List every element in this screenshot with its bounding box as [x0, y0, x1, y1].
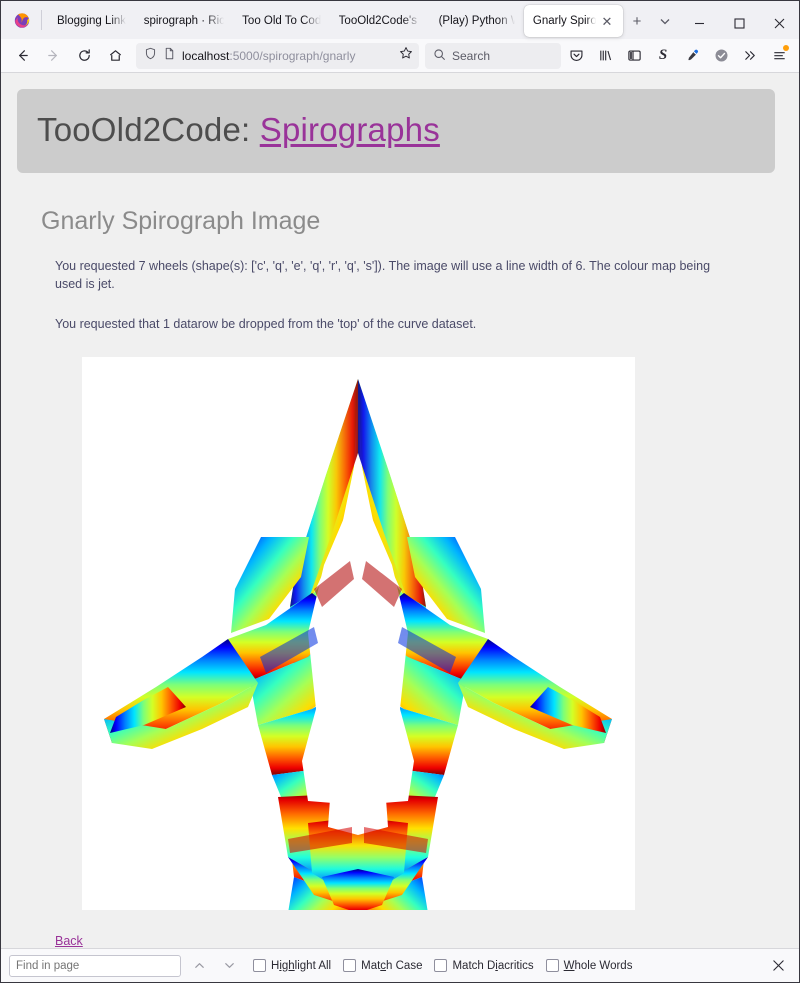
- check-badge-icon[interactable]: [707, 42, 735, 70]
- search-icon: [433, 48, 446, 64]
- window-controls: [679, 7, 799, 39]
- tab-label: Blogging Links: [57, 15, 126, 27]
- find-next-button[interactable]: [217, 954, 241, 978]
- find-close-button[interactable]: [765, 953, 791, 979]
- tab-label: Gnarly Spirog: [532, 15, 596, 27]
- find-previous-button[interactable]: [187, 954, 211, 978]
- find-bar: Highlight All Match Case Match Diacritic…: [1, 948, 799, 982]
- section-heading: Gnarly Spirograph Image: [41, 207, 321, 235]
- forward-button[interactable]: [38, 42, 68, 70]
- home-button[interactable]: [100, 42, 130, 70]
- search-bar[interactable]: Search: [425, 42, 561, 69]
- checkbox-icon[interactable]: [545, 959, 559, 972]
- sidebar-icon[interactable]: [620, 42, 648, 70]
- tab-list: Blogging Links spirograph · Rich Too Old…: [48, 1, 679, 39]
- library-icon[interactable]: [591, 42, 619, 70]
- page-body: Gnarly Spirograph Image You requested 7 …: [1, 207, 799, 948]
- back-button[interactable]: [7, 42, 37, 70]
- search-placeholder: Search: [452, 48, 491, 63]
- minimize-button[interactable]: [679, 7, 719, 39]
- gnarly-spirograph-image: [82, 357, 635, 911]
- site-name: TooOld2Code:: [37, 111, 260, 148]
- url-text: localhost:5000/spirograph/gnarly: [182, 49, 393, 63]
- page-title: TooOld2Code: Spirographs: [37, 111, 755, 149]
- tab-too-old-to-code[interactable]: Too Old To Code: [233, 5, 330, 37]
- back-link[interactable]: Back: [55, 934, 83, 948]
- eyedropper-icon[interactable]: [678, 42, 706, 70]
- checkbox-icon[interactable]: [434, 959, 448, 972]
- app-menu-icon[interactable]: [765, 42, 793, 70]
- firefox-logo-icon: [5, 1, 39, 39]
- tab-label: Too Old To Code: [242, 15, 321, 27]
- option-label: Highlight All: [271, 959, 332, 972]
- tabstrip-divider: [41, 10, 42, 30]
- update-badge: [783, 44, 789, 51]
- tab-label: TooOld2Code's S: [338, 15, 421, 27]
- tab-spirograph-rich[interactable]: spirograph · Rich: [135, 5, 233, 37]
- whole-words-option[interactable]: Whole Words: [545, 959, 633, 972]
- option-label: Match Diacritics: [452, 959, 534, 972]
- stylus-s-icon[interactable]: S: [649, 42, 677, 70]
- description-paragraph-1: You requested 7 wheels (shape(s): ['c', …: [55, 259, 711, 291]
- site-banner: TooOld2Code: Spirographs: [17, 89, 775, 173]
- checkbox-icon[interactable]: [343, 959, 357, 972]
- tab-gnarly-spirograph[interactable]: Gnarly Spirog ✕: [523, 5, 623, 37]
- find-input[interactable]: [9, 954, 181, 977]
- option-label: Match Case: [361, 959, 423, 972]
- star-icon[interactable]: [399, 46, 413, 65]
- tab-play-python[interactable]: (Play) Python W: [430, 5, 524, 37]
- spirographs-link[interactable]: Spirographs: [260, 111, 440, 148]
- checkbox-icon[interactable]: [253, 959, 266, 972]
- overflow-chevrons-icon[interactable]: [736, 42, 764, 70]
- url-path: :5000/spirograph/gnarly: [229, 48, 356, 63]
- url-bar[interactable]: localhost:5000/spirograph/gnarly: [136, 42, 419, 69]
- highlight-all-option[interactable]: Highlight All: [253, 959, 331, 972]
- tab-blogging-links[interactable]: Blogging Links: [48, 5, 135, 37]
- tab-tooold2codes[interactable]: TooOld2Code's S: [330, 5, 430, 37]
- maximize-button[interactable]: [719, 7, 759, 39]
- tab-label: (Play) Python W: [438, 15, 515, 27]
- new-tab-button[interactable]: +: [623, 7, 651, 35]
- shield-icon: [144, 47, 157, 65]
- close-button[interactable]: [759, 7, 799, 39]
- reload-button[interactable]: [69, 42, 99, 70]
- match-case-option[interactable]: Match Case: [343, 959, 422, 972]
- browser-window: Blogging Links spirograph · Rich Too Old…: [0, 0, 800, 983]
- description-paragraph-2: You requested that 1 datarow be dropped …: [55, 316, 477, 331]
- tab-strip: Blogging Links spirograph · Rich Too Old…: [1, 1, 799, 39]
- option-label: Whole Words: [563, 959, 633, 972]
- navigation-toolbar: localhost:5000/spirograph/gnarly Search …: [1, 39, 799, 73]
- page-icon: [163, 47, 176, 65]
- match-diacritics-option[interactable]: Match Diacritics: [434, 959, 534, 972]
- pocket-icon[interactable]: [562, 42, 590, 70]
- close-icon[interactable]: ✕: [600, 14, 614, 28]
- chevron-down-icon[interactable]: [651, 7, 679, 35]
- tab-label: spirograph · Rich: [143, 15, 225, 27]
- url-host: localhost: [182, 48, 230, 63]
- page-content: TooOld2Code: Spirographs Gnarly Spirogra…: [1, 73, 799, 948]
